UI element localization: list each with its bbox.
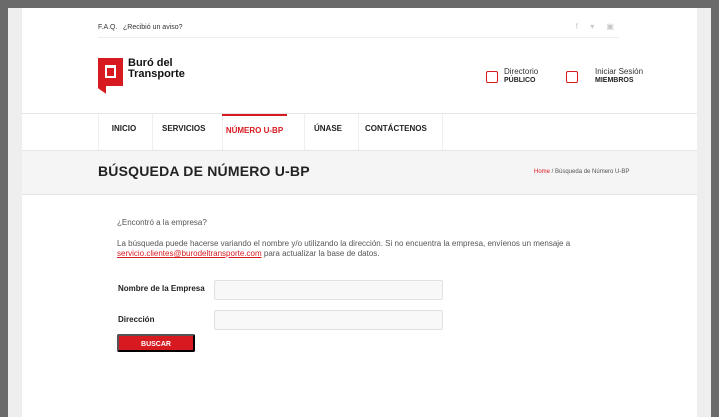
breadcrumb: Home / Búsqueda de Número U-BP [534,169,629,175]
description-end: para actualizar la base de datos. [261,249,380,258]
brand-name: Buró del Transporte [128,58,185,80]
main-navigation: INICIO SERVICIOS NÚMERO U-BP ÚNASE CONTÁ… [22,113,697,150]
search-button[interactable]: BUSCAR [117,334,195,352]
content-area: ¿Encontró a la empresa? La búsqueda pued… [117,218,617,259]
page-header-band: BÚSQUEDA DE NÚMERO U-BP Home / Búsqueda … [22,150,697,195]
social-icons[interactable]: f ▾ ▣ [576,22,619,31]
nav-separator [304,114,305,150]
login-sub-label: MIEMBROS [595,77,634,84]
nav-separator [98,114,99,150]
window-frame-right [711,0,719,417]
nav-servicios[interactable]: SERVICIOS [162,114,205,150]
faq-link[interactable]: F.A.Q. [98,24,117,31]
top-bar: F.A.Q. ¿Recibió un aviso? f ▾ ▣ [98,22,619,38]
directory-sub-label: PÚBLICO [504,77,536,84]
breadcrumb-current: / Búsqueda de Número U-BP [550,169,630,175]
brand-logo[interactable]: Buró del Transporte [98,58,198,92]
breadcrumb-home-link[interactable]: Home [534,169,550,175]
nav-separator [442,114,443,150]
nav-inicio[interactable]: INICIO [110,114,138,150]
directory-link[interactable]: Directorio PÚBLICO [504,67,538,85]
address-input[interactable] [214,310,443,330]
directory-label: Directorio [504,67,539,76]
login-label: Iniciar Sesión [595,67,644,76]
logo-mark-icon [98,58,123,86]
question-text: ¿Encontró a la empresa? [117,218,207,227]
truck-icon [105,65,116,78]
description-text: La búsqueda puede hacerse variando el no… [117,239,617,259]
brand-name-line-2: Transporte [128,68,185,80]
window-frame-top [0,0,719,8]
nav-separator [152,114,153,150]
login-link[interactable]: Iniciar Sesión MIEMBROS [595,67,643,85]
page-title: BÚSQUEDA DE NÚMERO U-BP [98,163,310,179]
notice-link[interactable]: ¿Recibió un aviso? [123,24,183,31]
book-icon[interactable] [486,71,498,83]
company-label: Nombre de la Empresa [118,284,205,293]
description-main: La búsqueda puede hacerse variando el no… [117,239,571,248]
nav-unase[interactable]: ÚNASE [314,114,342,150]
login-icon[interactable] [566,71,578,83]
email-link[interactable]: servicio.clientes@burodeltransporte.com [117,249,262,258]
nav-numero-ubp[interactable]: NÚMERO U-BP [222,114,287,150]
webpage: F.A.Q. ¿Recibió un aviso? f ▾ ▣ Buró del… [22,8,697,417]
nav-contactenos[interactable]: CONTÁCTENOS [365,114,427,150]
address-label: Dirección [118,315,155,324]
company-input[interactable] [214,280,443,300]
nav-separator [358,114,359,150]
window-frame-left [0,0,8,417]
